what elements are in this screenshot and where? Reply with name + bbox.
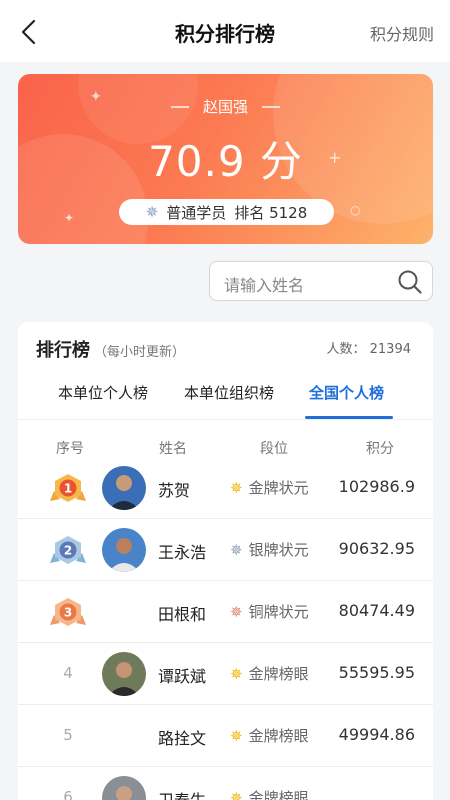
search-input[interactable]: 请输入姓名 — [209, 261, 433, 301]
person-name: 谭跃斌 — [158, 667, 207, 686]
level-cell: ✵ 金牌榜眼 — [230, 787, 309, 800]
sparkle-icon: ✦ — [64, 211, 75, 225]
level-cell: ✵ 金牌状元 — [230, 477, 309, 498]
points-value: 80474.49 — [338, 601, 415, 620]
level-label: 金牌榜眼 — [248, 665, 309, 683]
points-value: 55595.95 — [338, 663, 415, 682]
medal-rank-label: 3 — [64, 606, 72, 620]
user-name: 赵国强 — [202, 98, 248, 116]
level-rank-badge: ✵ 普通学员 排名 5128 — [119, 199, 334, 225]
rank-number: 6 — [63, 788, 73, 800]
person-name: 路拴文 — [158, 729, 207, 748]
search-placeholder: 请输入姓名 — [224, 276, 305, 295]
snowflake-icon: ✵ — [230, 540, 243, 559]
avatar — [102, 776, 146, 800]
update-note: （每小时更新） — [94, 345, 186, 360]
person-name: 王永浩 — [158, 543, 207, 562]
table-row[interactable]: 1 苏贺 ✵ 金牌状元 102986.9 — [18, 457, 433, 519]
back-button[interactable] — [14, 16, 46, 48]
snowflake-icon: ✵ — [230, 664, 243, 683]
level-cell: ✵ 金牌榜眼 — [230, 663, 309, 684]
user-name-row: 赵国强 — [18, 96, 433, 117]
person-name: 田根和 — [158, 605, 207, 624]
level-label: 普通学员 — [166, 203, 227, 222]
column-header-level: 段位 — [260, 441, 288, 457]
points-rules-link[interactable]: 积分规则 — [370, 21, 434, 45]
leaderboard-title: 排行榜 — [36, 340, 90, 361]
snowflake-icon: ✵ — [230, 478, 243, 497]
silver-medal-icon: 2 — [50, 536, 86, 564]
points-value: 102986.9 — [338, 477, 415, 496]
participant-count: 人数： 21394 — [326, 342, 412, 357]
avatar — [102, 466, 146, 510]
gold-medal-icon: 1 — [50, 474, 86, 502]
level-label: 金牌榜眼 — [248, 789, 309, 800]
divider — [170, 105, 189, 108]
leaderboard-header: 排行榜 （每小时更新） — [36, 336, 185, 362]
column-header-points: 积分 — [366, 441, 394, 457]
snowflake-icon: ✵ — [145, 203, 159, 221]
snowflake-icon: ✵ — [230, 788, 243, 800]
snowflake-icon: ✵ — [230, 726, 243, 745]
leaderboard-tabs: 本单位个人榜 本单位组织榜 全国个人榜 — [18, 376, 433, 420]
level-label: 金牌状元 — [248, 479, 309, 497]
leaderboard-card: 排行榜 （每小时更新） 人数： 21394 本单位个人榜 本单位组织榜 全国个人… — [18, 322, 433, 800]
table-row[interactable]: 5 路拴文 ✵ 金牌榜眼 49994.86 — [18, 705, 433, 767]
level-cell: ✵ 金牌榜眼 — [230, 725, 309, 746]
rank-number: 4 — [63, 664, 73, 682]
table-row[interactable]: 2 王永浩 ✵ 银牌状元 90632.95 — [18, 519, 433, 581]
level-cell: ✵ 铜牌状元 — [230, 601, 309, 622]
points-value: 49994.86 — [338, 725, 415, 744]
person-name: 苏贺 — [158, 481, 191, 500]
tab-national-personal[interactable]: 全国个人榜 — [309, 382, 384, 403]
tab-unit-organization[interactable]: 本单位组织榜 — [184, 382, 274, 403]
person-name: 卫春生 — [158, 787, 206, 800]
level-label: 银牌状元 — [248, 541, 309, 559]
level-label: 铜牌状元 — [248, 603, 309, 621]
tab-unit-personal[interactable]: 本单位个人榜 — [58, 382, 148, 403]
level-cell: ✵ 银牌状元 — [230, 539, 309, 560]
active-tab-indicator — [305, 416, 393, 419]
column-header-rank: 序号 — [56, 441, 84, 457]
snowflake-icon: ✵ — [230, 602, 243, 621]
rank-number: 5 — [63, 726, 73, 744]
divider — [262, 105, 280, 108]
search-icon[interactable] — [396, 268, 424, 296]
chevron-left-icon — [21, 19, 36, 45]
medal-rank-label: 2 — [64, 544, 72, 558]
avatar — [102, 528, 146, 572]
table-row[interactable]: 3 田根和 ✵ 铜牌状元 80474.49 — [18, 581, 433, 643]
rank-label: 排名 5128 — [234, 203, 308, 222]
avatar — [102, 652, 146, 696]
table-row[interactable]: 4 谭跃斌 ✵ 金牌榜眼 55595.95 — [18, 643, 433, 705]
level-label: 金牌榜眼 — [248, 727, 309, 745]
column-header-name: 姓名 — [159, 441, 187, 457]
score-card: ✦ + ○ ✦ 赵国强 70.9 分 ✵ 普通学员 排名 5128 — [18, 74, 433, 244]
table-row[interactable]: 6 卫春生 ✵ 金牌榜眼 — [18, 767, 433, 800]
user-score: 70.9 分 — [148, 137, 303, 186]
medal-rank-label: 1 — [64, 482, 72, 496]
sparkle-icon: ○ — [350, 203, 361, 217]
top-bar: 积分排行榜 积分规则 — [0, 0, 450, 62]
points-value: 90632.95 — [338, 539, 415, 558]
bronze-medal-icon: 3 — [50, 598, 86, 626]
